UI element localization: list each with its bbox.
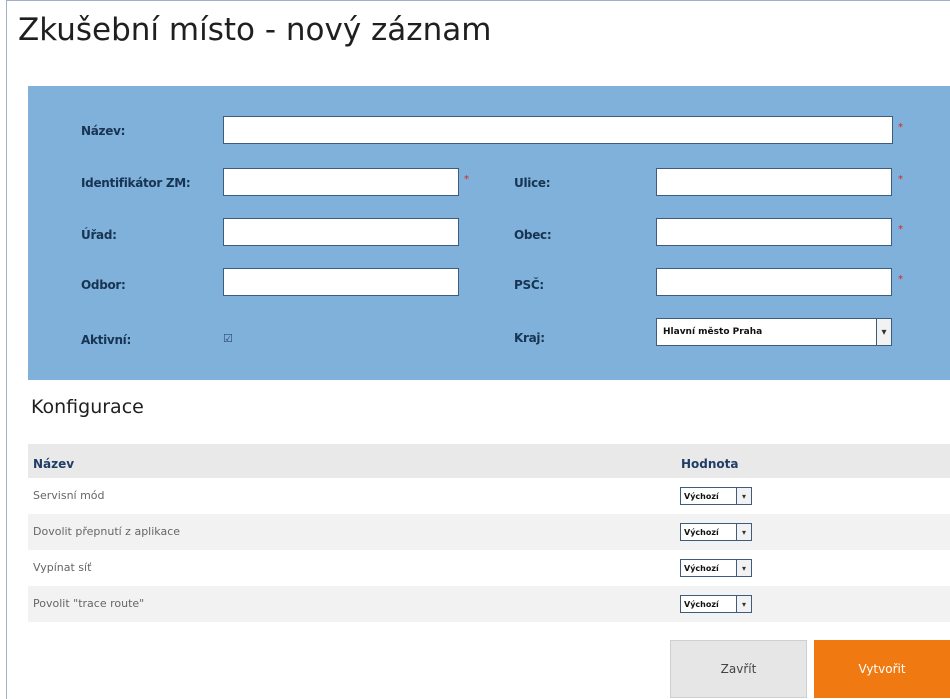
config-value-select[interactable]: Výchozí ▾ xyxy=(680,595,752,613)
urad-label: Úřad: xyxy=(81,228,117,242)
config-value: Výchozí xyxy=(684,563,719,573)
chevron-down-icon[interactable]: ▾ xyxy=(876,319,891,345)
table-row: Servisní mód Výchozí ▾ xyxy=(28,478,950,514)
required-mark: * xyxy=(464,174,469,185)
config-section-title: Konfigurace xyxy=(31,396,144,418)
table-row: Dovolit přepnutí z aplikace Výchozí ▾ xyxy=(28,514,950,550)
table-row: Povolit "trace route" Výchozí ▾ xyxy=(28,586,950,622)
config-row-name: Vypínat síť xyxy=(33,561,92,574)
chevron-down-icon[interactable]: ▾ xyxy=(736,488,751,504)
psc-label: PSČ: xyxy=(514,278,544,292)
config-row-name: Povolit "trace route" xyxy=(33,597,145,610)
required-mark: * xyxy=(898,174,903,185)
nazev-input[interactable] xyxy=(223,116,893,144)
urad-input[interactable] xyxy=(223,218,459,246)
kraj-label: Kraj: xyxy=(514,331,545,345)
obec-input[interactable] xyxy=(656,218,892,246)
identifikator-input[interactable] xyxy=(223,168,459,196)
config-col-value: Hodnota xyxy=(681,457,739,471)
ulice-label: Ulice: xyxy=(514,176,551,190)
psc-input[interactable] xyxy=(656,268,892,296)
odbor-input[interactable] xyxy=(223,268,459,296)
required-mark: * xyxy=(898,224,903,235)
config-row-name: Servisní mód xyxy=(33,489,105,502)
odbor-label: Odbor: xyxy=(81,278,126,292)
chevron-down-icon[interactable]: ▾ xyxy=(736,524,751,540)
create-button[interactable]: Vytvořit xyxy=(814,640,950,698)
config-value: Výchozí xyxy=(684,599,719,609)
config-col-name: Název xyxy=(33,457,75,471)
nazev-label: Název: xyxy=(81,124,126,138)
chevron-down-icon[interactable]: ▾ xyxy=(736,560,751,576)
kraj-select[interactable]: Hlavní město Praha ▾ xyxy=(656,318,892,346)
kraj-select-value: Hlavní město Praha xyxy=(663,327,763,337)
ulice-input[interactable] xyxy=(656,168,892,196)
required-mark: * xyxy=(898,122,903,133)
close-button[interactable]: Zavřít xyxy=(670,640,807,698)
config-value-select[interactable]: Výchozí ▾ xyxy=(680,523,752,541)
table-row: Vypínat síť Výchozí ▾ xyxy=(28,550,950,586)
chevron-down-icon[interactable]: ▾ xyxy=(736,596,751,612)
config-row-name: Dovolit přepnutí z aplikace xyxy=(33,525,181,538)
config-value-select[interactable]: Výchozí ▾ xyxy=(680,487,752,505)
obec-label: Obec: xyxy=(514,228,552,242)
config-value-select[interactable]: Výchozí ▾ xyxy=(680,559,752,577)
aktivni-checkbox[interactable]: ☑ xyxy=(223,332,233,345)
config-value: Výchozí xyxy=(684,491,719,501)
required-mark: * xyxy=(898,274,903,285)
aktivni-label: Aktivní: xyxy=(81,333,131,347)
config-table-header: Název Hodnota xyxy=(28,444,950,478)
identifikator-label: Identifikátor ZM: xyxy=(81,176,191,190)
config-value: Výchozí xyxy=(684,527,719,537)
page-title: Zkušební místo - nový záznam xyxy=(18,12,492,48)
